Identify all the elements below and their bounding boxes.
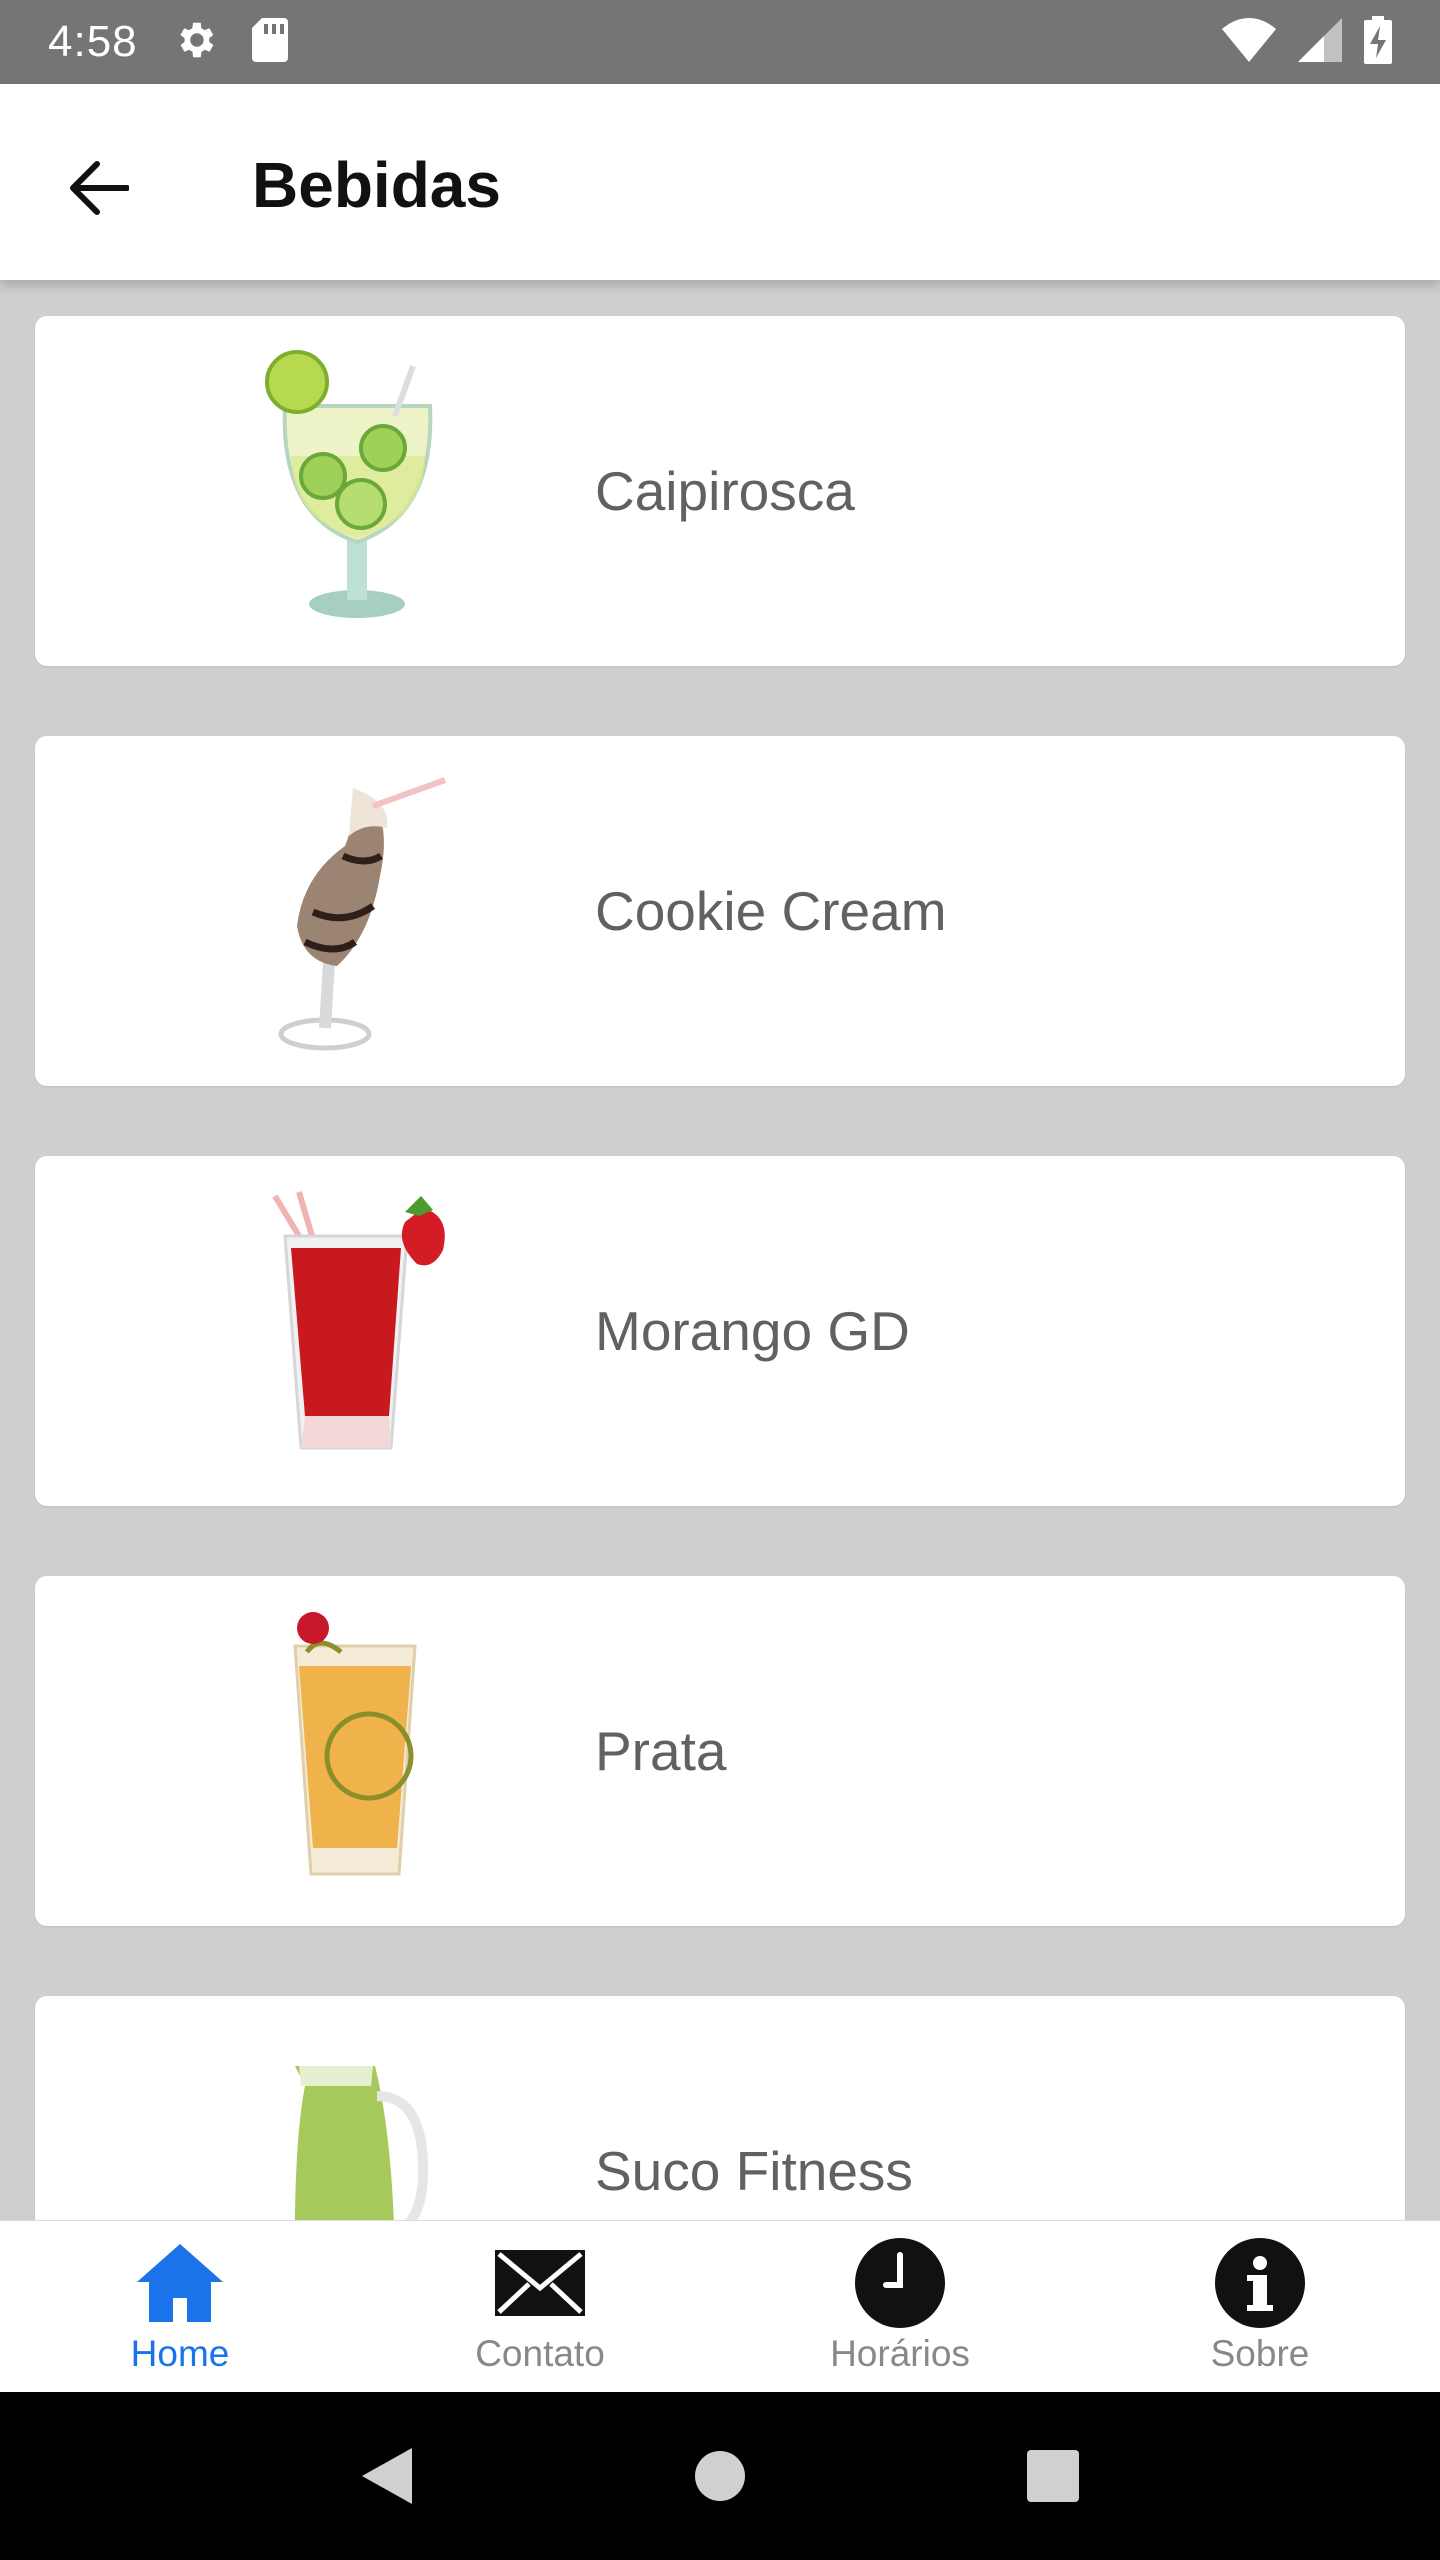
cell-signal-icon: [1298, 17, 1342, 67]
status-right: [1222, 15, 1392, 69]
status-time: 4:58: [48, 17, 138, 66]
nav-contato[interactable]: Contato: [360, 2221, 720, 2393]
drink-name: Caipirosca: [595, 460, 855, 522]
morango-drink-image: [245, 1186, 475, 1476]
drinks-list[interactable]: Caipirosca Cookie Cream Morango GD Prata…: [0, 280, 1440, 2220]
home-circle-icon[interactable]: [675, 2431, 765, 2521]
info-icon: [1212, 2235, 1308, 2331]
drink-name: Cookie Cream: [595, 880, 947, 942]
app-bar: Bebidas: [0, 84, 1440, 280]
nav-home[interactable]: Home: [0, 2221, 360, 2393]
system-navigation-bar: [0, 2392, 1440, 2560]
nav-label: Home: [130, 2333, 230, 2374]
wifi-icon: [1222, 17, 1276, 67]
page-title: Bebidas: [252, 149, 501, 221]
status-left: 4:58: [48, 17, 288, 68]
envelope-icon: [492, 2235, 588, 2331]
drink-card-prata[interactable]: Prata: [35, 1576, 1405, 1926]
cookie-cream-drink-image: [245, 766, 475, 1056]
drink-card-caipirosca[interactable]: Caipirosca: [35, 316, 1405, 666]
drink-name: Suco Fitness: [595, 2140, 913, 2202]
suco-fitness-drink-image: [245, 2026, 475, 2220]
drink-card-cookie-cream[interactable]: Cookie Cream: [35, 736, 1405, 1086]
drink-name: Morango GD: [595, 1300, 910, 1362]
battery-charging-icon: [1364, 15, 1392, 69]
sd-card-icon: [251, 17, 288, 67]
recents-square-icon[interactable]: [1008, 2431, 1098, 2521]
caipirosca-drink-image: [245, 346, 475, 636]
drink-card-suco-fitness[interactable]: Suco Fitness: [35, 1996, 1405, 2220]
nav-sobre[interactable]: Sobre: [1080, 2221, 1440, 2393]
nav-label: Sobre: [1210, 2333, 1310, 2374]
nav-label: Horários: [830, 2333, 970, 2374]
status-bar: 4:58: [0, 0, 1440, 84]
arrow-left-icon: [67, 160, 130, 221]
nav-label: Contato: [475, 2333, 605, 2374]
clock-icon: [852, 2235, 948, 2331]
settings-gear-icon: [172, 17, 218, 68]
bottom-navigation: Home Contato Horários Sobre: [0, 2220, 1440, 2393]
nav-horarios[interactable]: Horários: [720, 2221, 1080, 2393]
drink-card-morango-gd[interactable]: Morango GD: [35, 1156, 1405, 1506]
prata-drink-image: [245, 1606, 475, 1896]
back-button[interactable]: [58, 150, 138, 230]
drink-name: Prata: [595, 1720, 727, 1782]
back-triangle-icon[interactable]: [342, 2431, 432, 2521]
home-icon: [132, 2235, 228, 2331]
